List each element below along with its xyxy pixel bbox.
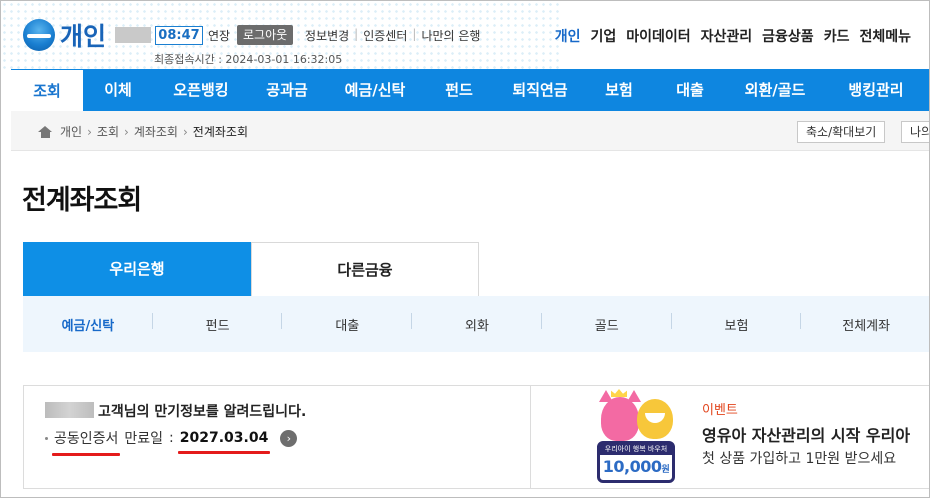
gnb-card[interactable]: 카드 bbox=[824, 26, 850, 46]
bank-logo[interactable]: 개인 bbox=[23, 17, 106, 53]
certificate-expiry-line: 공동인증서 만료일 : 2027.03.04 › bbox=[45, 428, 298, 456]
expiry-date: 2027.03.04 bbox=[177, 430, 271, 454]
pink-character-icon bbox=[599, 390, 641, 441]
account-type-tabs: 예금/신탁 펀드 대출 외화 골드 보험 전체계좌 bbox=[23, 296, 929, 352]
voucher-amount: 10,000원 bbox=[600, 457, 672, 476]
woori-logo-icon bbox=[23, 19, 55, 51]
nav-banking-management[interactable]: 뱅킹관리 bbox=[821, 69, 929, 111]
nav-deposit-trust[interactable]: 예금/신탁 bbox=[325, 69, 425, 111]
subtab-label: 외화 bbox=[465, 318, 489, 334]
subtab-foreign-currency[interactable]: 외화 bbox=[412, 312, 542, 334]
nav-insurance[interactable]: 보험 bbox=[587, 69, 651, 111]
tab-woori-bank[interactable]: 우리은행 bbox=[23, 242, 251, 296]
breadcrumb-account-inquiry[interactable]: 계좌조회 bbox=[134, 123, 178, 140]
gnb-mydata[interactable]: 마이데이터 bbox=[626, 26, 690, 46]
subtab-label: 예금/신탁 bbox=[61, 318, 115, 334]
voucher-card: 우리아이 행복 바우처 10,000원 bbox=[597, 441, 675, 483]
top-link-cert-center[interactable]: 인증센터 bbox=[363, 27, 407, 44]
masked-customer-name bbox=[45, 402, 94, 418]
certificate-label: 공동인증서 bbox=[52, 428, 121, 456]
top-header: 개인 08:47 연장 로그아웃 정보변경 | 인증센터 | 나만의 은행 최종… bbox=[1, 1, 929, 69]
subtab-label: 대출 bbox=[335, 318, 360, 334]
top-link-info-change[interactable]: 정보변경 bbox=[305, 27, 349, 44]
zoom-toggle-button[interactable]: 축소/확대보기 bbox=[797, 121, 886, 143]
nav-utility-bills[interactable]: 공과금 bbox=[249, 69, 325, 111]
browser-frame: 개인 08:47 연장 로그아웃 정보변경 | 인증센터 | 나만의 은행 최종… bbox=[0, 0, 930, 498]
highlight-underline bbox=[177, 451, 271, 454]
voucher-amount-value: 10,000 bbox=[602, 457, 662, 476]
top-link-my-bank[interactable]: 나만의 은행 bbox=[421, 27, 480, 44]
gnb-personal[interactable]: 개인 bbox=[555, 26, 581, 46]
breadcrumb-bar: 개인 › 조회 › 계좌조회 › 전계좌조회 축소/확대보기 나의 bbox=[11, 111, 929, 151]
logo-text: 개인 bbox=[60, 22, 107, 51]
breadcrumb-personal[interactable]: 개인 bbox=[60, 123, 82, 140]
shark-character-icon bbox=[637, 399, 673, 439]
subtab-all-accounts[interactable]: 전체계좌 bbox=[801, 315, 929, 334]
gnb-all-menu[interactable]: 전체메뉴 bbox=[859, 26, 911, 46]
voucher-currency: 원 bbox=[661, 465, 670, 475]
event-banner-image[interactable]: 우리아이 행복 바우처 10,000원 bbox=[597, 389, 687, 485]
nav-inquiry[interactable]: 조회 bbox=[11, 69, 83, 111]
subtab-label: 펀드 bbox=[205, 318, 230, 334]
maturity-info-panel: 고객님의 만기정보를 알려드립니다. 공동인증서 만료일 : 2027.03.0… bbox=[23, 385, 929, 489]
my-menu-button[interactable]: 나의 bbox=[901, 121, 929, 143]
page-title: 전계좌조회 bbox=[22, 185, 142, 216]
bullet-icon bbox=[45, 436, 48, 440]
event-subtitle: 첫 상품 가입하고 1만원 받으세요 bbox=[702, 451, 897, 467]
last-login-time: 최종접속시간 : 2024-03-01 16:32:05 bbox=[154, 53, 343, 66]
nav-fx-gold[interactable]: 외환/골드 bbox=[729, 69, 821, 111]
colon-separator: : bbox=[169, 430, 174, 446]
subtab-deposit-trust[interactable]: 예금/신탁 bbox=[23, 312, 153, 334]
event-label: 이벤트 bbox=[702, 403, 738, 418]
divider: | bbox=[354, 27, 359, 41]
masked-user-name bbox=[115, 27, 151, 43]
subtab-label: 골드 bbox=[594, 318, 619, 334]
top-links: 정보변경 | 인증센터 | 나만의 은행 bbox=[305, 27, 480, 44]
nav-transfer[interactable]: 이체 bbox=[83, 69, 153, 111]
chevron-right-icon: › bbox=[182, 124, 188, 139]
breadcrumb: 개인 › 조회 › 계좌조회 › 전계좌조회 bbox=[38, 123, 248, 140]
nav-retirement-pension[interactable]: 퇴직연금 bbox=[493, 69, 587, 111]
breadcrumb-inquiry[interactable]: 조회 bbox=[97, 123, 119, 140]
certificate-label-text: 공동인증서 bbox=[54, 431, 119, 447]
session-timer: 08:47 bbox=[155, 26, 203, 45]
chevron-right-icon: › bbox=[87, 124, 92, 139]
subtab-label: 전체계좌 bbox=[842, 318, 891, 334]
chevron-right-icon[interactable]: › bbox=[280, 429, 298, 447]
subtab-fund[interactable]: 펀드 bbox=[153, 312, 283, 334]
panel-divider bbox=[530, 386, 531, 488]
subtab-insurance[interactable]: 보험 bbox=[672, 312, 802, 334]
maturity-notice: 고객님의 만기정보를 알려드립니다. bbox=[98, 404, 307, 420]
gnb-business[interactable]: 기업 bbox=[590, 26, 616, 46]
subtab-gold[interactable]: 골드 bbox=[542, 312, 672, 334]
gnb-financial-products[interactable]: 금융상품 bbox=[762, 26, 814, 46]
expiry-date-text: 2027.03.04 bbox=[179, 430, 269, 446]
main-nav: 조회 이체 오픈뱅킹 공과금 예금/신탁 펀드 퇴직연금 보험 대출 외환/골드… bbox=[11, 69, 929, 111]
tab-other-financial[interactable]: 다른금융 bbox=[251, 242, 479, 296]
nav-fund[interactable]: 펀드 bbox=[425, 69, 493, 111]
event-title[interactable]: 영유아 자산관리의 시작 우리아 bbox=[702, 422, 910, 446]
crown-icon bbox=[611, 389, 627, 397]
global-nav: 개인 기업 마이데이터 자산관리 금융상품 카드 전체메뉴 bbox=[545, 26, 911, 46]
expiry-label: 만료일 bbox=[124, 431, 164, 447]
highlight-underline bbox=[52, 453, 121, 456]
gnb-asset-management[interactable]: 자산관리 bbox=[701, 26, 753, 46]
breadcrumb-current: 전계좌조회 bbox=[192, 125, 248, 139]
extend-session-link[interactable]: 연장 bbox=[208, 27, 230, 44]
institution-tabs: 우리은행 다른금융 bbox=[23, 242, 479, 296]
divider: | bbox=[412, 27, 417, 41]
chevron-right-icon: › bbox=[124, 124, 129, 139]
home-icon[interactable] bbox=[38, 125, 53, 138]
subtab-loan[interactable]: 대출 bbox=[282, 312, 413, 334]
subtab-label: 보험 bbox=[724, 318, 749, 334]
logout-button[interactable]: 로그아웃 bbox=[237, 25, 294, 45]
voucher-card-label: 우리아이 행복 바우처 bbox=[600, 444, 672, 455]
nav-open-banking[interactable]: 오픈뱅킹 bbox=[153, 69, 249, 111]
nav-loan[interactable]: 대출 bbox=[651, 69, 729, 111]
